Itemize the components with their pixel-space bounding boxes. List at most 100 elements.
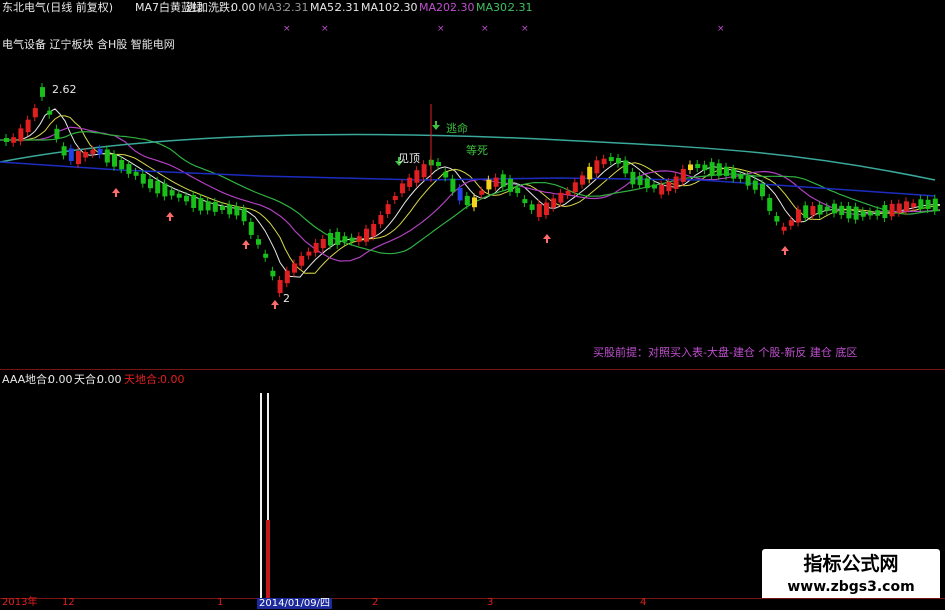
candle-body xyxy=(508,178,513,192)
candle-body xyxy=(594,160,600,174)
candle-body xyxy=(284,270,290,284)
candle-body xyxy=(479,190,485,195)
candle-body xyxy=(407,177,413,187)
top-signal-label: 见顶 xyxy=(398,152,420,165)
candle-body xyxy=(11,137,17,143)
candle-body xyxy=(666,181,672,192)
ma20-value: 2.30 xyxy=(450,1,475,14)
signal-mark: × xyxy=(437,24,445,34)
time-axis[interactable] xyxy=(0,598,945,610)
candle-body xyxy=(803,205,809,218)
candle-body xyxy=(234,206,240,216)
candle-body xyxy=(18,128,24,142)
candle-body xyxy=(443,171,449,178)
candle-body xyxy=(364,228,369,242)
ma-line-white xyxy=(0,108,940,278)
candle-body xyxy=(529,204,535,210)
candle-body xyxy=(551,198,557,208)
candle-body xyxy=(241,208,247,222)
candle-body xyxy=(198,198,204,211)
axis-label-feb: 2 xyxy=(372,597,379,608)
candle-body xyxy=(904,201,909,212)
candle-body xyxy=(616,158,621,164)
selected-date-tag: 2014/01/09/四 xyxy=(257,598,333,609)
candle-body xyxy=(212,202,218,212)
candle-body xyxy=(97,148,103,155)
candle-body xyxy=(702,164,708,171)
ma10-value: 2.30 xyxy=(393,1,418,14)
candle-body xyxy=(133,171,139,176)
candle-body xyxy=(356,236,362,242)
candle-body xyxy=(738,174,744,179)
signal-mark: × xyxy=(481,24,489,34)
candle-body xyxy=(248,221,254,235)
candle-body xyxy=(292,263,297,273)
candle-body xyxy=(644,178,650,189)
candle-body xyxy=(515,187,521,194)
candle-body xyxy=(227,204,233,215)
candle-body xyxy=(457,188,463,201)
candle-body xyxy=(580,175,585,185)
candle-body xyxy=(450,178,456,192)
indicator-label: 进加洗跌: xyxy=(186,1,234,14)
buy-arrow-icon xyxy=(543,234,551,243)
wait-signal-label: 等死 xyxy=(466,144,488,157)
low-price-label: 2 xyxy=(283,292,290,305)
candle-body xyxy=(371,223,377,237)
candle-body xyxy=(767,197,773,211)
candle-body xyxy=(436,161,441,167)
candle-body xyxy=(205,201,211,211)
candle-body xyxy=(61,146,67,156)
candle-body xyxy=(760,183,765,197)
candle-body xyxy=(868,211,873,216)
candle-body xyxy=(191,194,197,208)
candle-body xyxy=(220,206,225,210)
candle-body xyxy=(630,171,636,185)
candle-body xyxy=(544,202,549,216)
candle-body xyxy=(709,162,715,176)
candle-body xyxy=(486,179,492,190)
candle-body xyxy=(572,182,578,193)
candle-body xyxy=(328,232,333,246)
candle-body xyxy=(745,175,751,186)
candle-body xyxy=(860,211,866,217)
candle-body xyxy=(601,158,607,165)
candle-body xyxy=(536,204,542,218)
candle-body xyxy=(112,154,117,167)
candle-body xyxy=(256,239,261,245)
candle-body xyxy=(731,168,737,179)
candle-body xyxy=(680,168,686,182)
ma3-label: MA3: xyxy=(258,1,286,14)
candle-body xyxy=(652,184,657,189)
candle-body xyxy=(184,195,189,202)
signal-mark: × xyxy=(717,24,725,34)
buy-arrow-icon xyxy=(112,188,120,197)
candle-body xyxy=(335,231,341,245)
candle-body xyxy=(695,164,701,169)
buy-arrow-icon xyxy=(166,212,174,221)
indicator-value: 0.00 xyxy=(231,1,256,14)
candle-body xyxy=(378,215,384,225)
candle-body xyxy=(76,151,81,165)
ma20-label: MA20: xyxy=(419,1,454,14)
ma5-value: 2.31 xyxy=(335,1,360,14)
candle-body xyxy=(90,149,96,154)
candle-body xyxy=(911,203,917,208)
signal-mark: × xyxy=(521,24,529,34)
indicator-bar-red xyxy=(266,520,270,598)
candle-body xyxy=(126,164,132,174)
candle-body xyxy=(25,119,31,133)
candle-body xyxy=(263,253,269,258)
candle-body xyxy=(4,138,9,142)
candle-body xyxy=(623,160,629,174)
candle-body xyxy=(342,236,348,242)
ma-line-teal xyxy=(0,133,936,181)
candlestick-chart[interactable]: × × × × × × xyxy=(0,0,945,609)
site-watermark: 指标公式网 www.zbgs3.com xyxy=(762,549,940,601)
ma3-value: 2.31 xyxy=(284,1,309,14)
candle-body xyxy=(853,206,859,220)
candle-body xyxy=(839,205,845,216)
watermark-url: www.zbgs3.com xyxy=(787,579,915,595)
candle-body xyxy=(392,196,398,200)
axis-label-mar: 3 xyxy=(487,597,494,608)
